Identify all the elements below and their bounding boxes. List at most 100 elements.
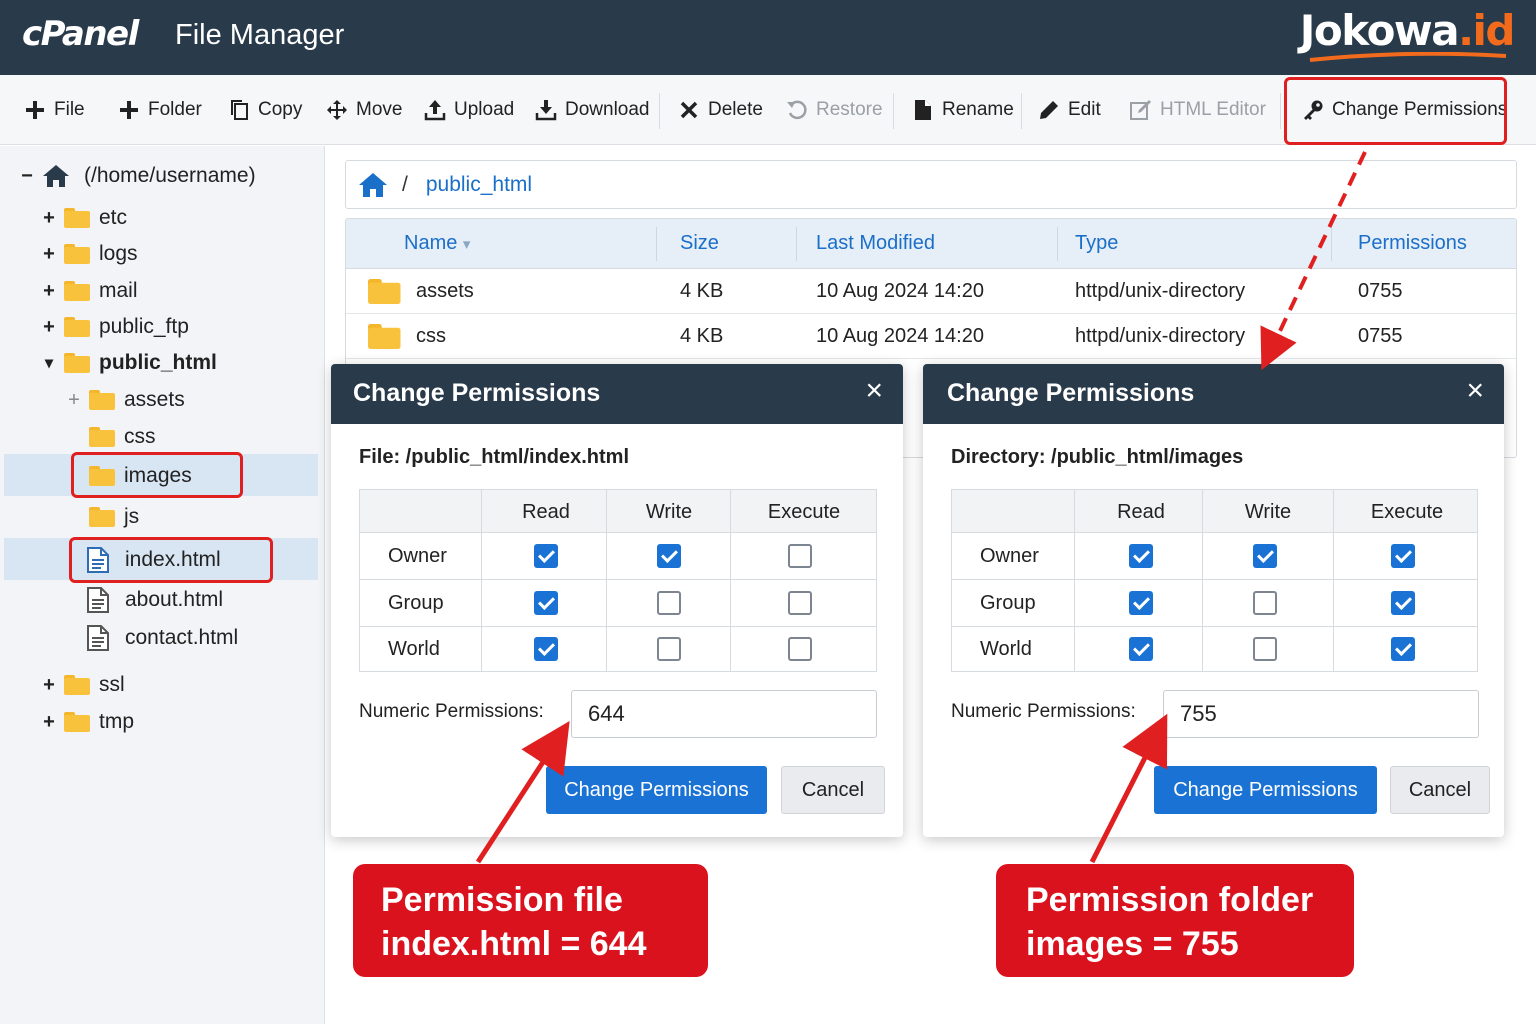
new-file-button[interactable]: File (24, 96, 85, 124)
tree-item-mail[interactable]: + mail (40, 273, 138, 309)
dialog-header: Change Permissions × (923, 364, 1504, 424)
file-type: httpd/unix-directory (1075, 280, 1246, 302)
tree-item-assets[interactable]: + assets (65, 382, 185, 418)
move-button[interactable]: Move (326, 96, 402, 124)
copy-button[interactable]: Copy (228, 96, 302, 124)
row-divider (360, 579, 876, 580)
column-header-permissions[interactable]: Permissions (1358, 232, 1467, 255)
breadcrumb-separator: / (402, 172, 408, 196)
world-write-checkbox[interactable] (657, 637, 681, 661)
table-row[interactable]: css 4 KB 10 Aug 2024 14:20 httpd/unix-di… (346, 314, 1516, 359)
owner-read-checkbox[interactable] (534, 544, 558, 568)
cancel-button[interactable]: Cancel (1390, 766, 1490, 814)
change-permissions-submit-button[interactable]: Change Permissions (1154, 766, 1377, 814)
group-execute-checkbox[interactable] (788, 591, 812, 615)
collapse-toggle[interactable]: − (18, 165, 36, 188)
file-icon (912, 99, 934, 121)
new-folder-button[interactable]: Folder (118, 96, 202, 124)
world-read-checkbox[interactable] (1129, 637, 1153, 661)
expand-toggle[interactable]: + (40, 316, 58, 339)
tree-item-label: public_html (99, 351, 217, 374)
restore-button[interactable]: Restore (786, 96, 883, 124)
world-execute-checkbox[interactable] (788, 637, 812, 661)
expand-toggle[interactable]: + (65, 389, 83, 412)
world-read-checkbox[interactable] (534, 637, 558, 661)
app-title: File Manager (175, 19, 345, 51)
edit-label: Edit (1068, 99, 1101, 120)
group-write-checkbox[interactable] (1253, 591, 1277, 615)
download-button[interactable]: Download (535, 96, 650, 124)
world-write-checkbox[interactable] (1253, 637, 1277, 661)
owner-read-checkbox[interactable] (1129, 544, 1153, 568)
owner-execute-checkbox[interactable] (788, 544, 812, 568)
toolbar-divider (1280, 93, 1281, 129)
tree-item-js[interactable]: js (89, 499, 139, 535)
file-size: 4 KB (680, 280, 724, 302)
rename-label: Rename (942, 99, 1014, 120)
column-header-name[interactable]: Name ▾ (404, 232, 470, 255)
group-write-checkbox[interactable] (657, 591, 681, 615)
tree-item-label: mail (99, 279, 138, 302)
expand-toggle[interactable]: + (40, 711, 58, 734)
column-divider (1057, 227, 1058, 261)
column-header-last-modified[interactable]: Last Modified (816, 232, 935, 255)
column-header-write: Write (1244, 501, 1292, 523)
tree-item-tmp[interactable]: + tmp (40, 704, 134, 740)
close-icon[interactable]: × (865, 376, 883, 406)
dialog-title: Change Permissions (947, 379, 1195, 407)
group-read-checkbox[interactable] (1129, 591, 1153, 615)
edit-button[interactable]: Edit (1038, 96, 1101, 124)
table-header: Name ▾ Size Last Modified Type Permissio… (346, 219, 1516, 269)
numeric-permissions-input[interactable]: 644 (571, 690, 877, 738)
change-permissions-submit-button[interactable]: Change Permissions (546, 766, 767, 814)
tree-item-label: assets (124, 388, 185, 411)
table-row[interactable]: assets 4 KB 10 Aug 2024 14:20 httpd/unix… (346, 269, 1516, 314)
folder-icon (89, 427, 115, 447)
dialog-header: Change Permissions × (331, 364, 903, 424)
delete-button[interactable]: Delete (678, 96, 763, 124)
home-icon[interactable] (358, 172, 388, 198)
tree-item-logs[interactable]: + logs (40, 236, 137, 272)
owner-execute-checkbox[interactable] (1391, 544, 1415, 568)
tree-item-etc[interactable]: + etc (40, 200, 127, 236)
dialog-path: Directory: /public_html/images (951, 446, 1244, 468)
plus-icon (118, 99, 140, 121)
tree-item-ssl[interactable]: + ssl (40, 667, 125, 703)
numeric-permissions-input[interactable]: 755 (1163, 690, 1479, 738)
tree-root[interactable]: − (/home/username) (18, 158, 256, 194)
tree-item-contact-html[interactable]: contact.html (85, 620, 238, 656)
breadcrumb-current[interactable]: public_html (426, 173, 532, 197)
rename-button[interactable]: Rename (912, 96, 1014, 124)
html-editor-button[interactable]: HTML Editor (1130, 96, 1266, 124)
column-header-size[interactable]: Size (680, 232, 719, 255)
close-icon[interactable]: × (1466, 376, 1484, 406)
column-divider (1333, 490, 1334, 671)
group-read-checkbox[interactable] (534, 591, 558, 615)
upload-icon (424, 99, 446, 121)
folder-tree-sidebar: − (/home/username) + etc + logs + mail + pub… (0, 146, 325, 1024)
expand-toggle[interactable]: + (40, 207, 58, 230)
tree-item-public-html[interactable]: ▾ public_html (40, 345, 217, 381)
dialog-title: Change Permissions (353, 379, 601, 407)
upload-label: Upload (454, 99, 515, 120)
upload-button[interactable]: Upload (424, 96, 514, 124)
expand-toggle[interactable]: + (40, 674, 58, 697)
tree-item-public-ftp[interactable]: + public_ftp (40, 309, 189, 345)
restore-label: Restore (816, 99, 883, 120)
owner-write-checkbox[interactable] (1253, 544, 1277, 568)
collapse-toggle[interactable]: ▾ (40, 353, 58, 373)
group-execute-checkbox[interactable] (1391, 591, 1415, 615)
column-header-write: Write (645, 501, 693, 523)
tree-item-css[interactable]: css (89, 419, 156, 455)
expand-toggle[interactable]: + (40, 280, 58, 303)
column-header-type[interactable]: Type (1075, 232, 1118, 255)
row-divider (952, 579, 1477, 580)
tree-item-label: ssl (99, 673, 125, 696)
expand-toggle[interactable]: + (40, 243, 58, 266)
cpanel-logo[interactable]: cPanel (22, 14, 139, 54)
tree-item-about-html[interactable]: about.html (85, 582, 223, 618)
row-label-group: Group (980, 592, 1036, 614)
owner-write-checkbox[interactable] (657, 544, 681, 568)
world-execute-checkbox[interactable] (1391, 637, 1415, 661)
cancel-button[interactable]: Cancel (781, 766, 885, 814)
